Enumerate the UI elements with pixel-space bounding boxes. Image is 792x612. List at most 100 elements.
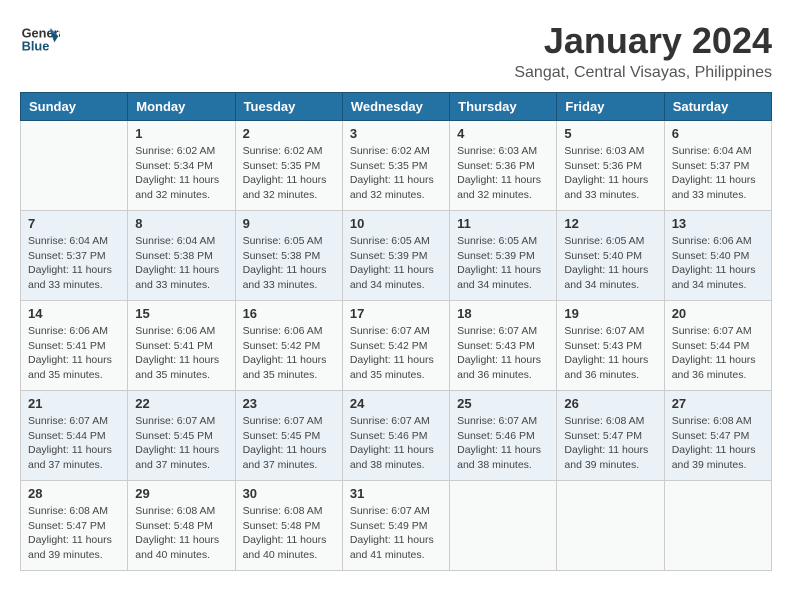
calendar-cell: 8 Sunrise: 6:04 AMSunset: 5:38 PMDaylight…	[128, 211, 235, 301]
calendar-cell: 30Sunrise: 6:08 AMSunset: 5:48 PMDayligh…	[235, 481, 342, 571]
header-saturday: Saturday	[664, 93, 771, 121]
calendar-cell: 26Sunrise: 6:08 AMSunset: 5:47 PMDayligh…	[557, 391, 664, 481]
week-row-2: 7 Sunrise: 6:04 AMSunset: 5:37 PMDaylight…	[21, 211, 772, 301]
day-number: 21	[28, 396, 120, 411]
day-info: Sunrise: 6:07 AMSunset: 5:46 PMDaylight:…	[350, 414, 442, 473]
header-thursday: Thursday	[450, 93, 557, 121]
calendar-cell: 20 Sunrise: 6:07 AMSunset: 5:44 PMDayligh…	[664, 301, 771, 391]
calendar-cell: 13Sunrise: 6:06 AMSunset: 5:40 PMDayligh…	[664, 211, 771, 301]
day-info: Sunrise: 6:02 AMSunset: 5:35 PMDaylight:…	[350, 144, 442, 203]
day-info: Sunrise: 6:07 AMSunset: 5:46 PMDaylight:…	[457, 414, 549, 473]
day-info: Sunrise: 6:05 AMSunset: 5:39 PMDaylight:…	[457, 234, 549, 293]
day-number: 17	[350, 306, 442, 321]
month-title: January 2024	[514, 20, 772, 62]
calendar-cell: 10 Sunrise: 6:05 AMSunset: 5:39 PMDayligh…	[342, 211, 449, 301]
header-friday: Friday	[557, 93, 664, 121]
calendar-cell: 23Sunrise: 6:07 AMSunset: 5:45 PMDayligh…	[235, 391, 342, 481]
day-info: Sunrise: 6:07 AMSunset: 5:43 PMDaylight:…	[457, 324, 549, 383]
day-number: 26	[564, 396, 656, 411]
calendar-table: SundayMondayTuesdayWednesdayThursdayFrid…	[20, 92, 772, 571]
calendar-body: 1 Sunrise: 6:02 AMSunset: 5:34 PMDaylight…	[21, 121, 772, 571]
day-info: Sunrise: 6:05 AMSunset: 5:39 PMDaylight:…	[350, 234, 442, 293]
day-number: 22	[135, 396, 227, 411]
week-row-1: 1 Sunrise: 6:02 AMSunset: 5:34 PMDaylight…	[21, 121, 772, 211]
calendar-header: SundayMondayTuesdayWednesdayThursdayFrid…	[21, 93, 772, 121]
calendar-cell: 22 Sunrise: 6:07 AMSunset: 5:45 PMDayligh…	[128, 391, 235, 481]
day-info: Sunrise: 6:07 AMSunset: 5:44 PMDaylight:…	[28, 414, 120, 473]
day-info: Sunrise: 6:05 AMSunset: 5:38 PMDaylight:…	[243, 234, 335, 293]
day-number: 30	[243, 486, 335, 501]
calendar-cell: 2Sunrise: 6:02 AMSunset: 5:35 PMDaylight…	[235, 121, 342, 211]
header-monday: Monday	[128, 93, 235, 121]
calendar-cell: 15Sunrise: 6:06 AMSunset: 5:41 PMDayligh…	[128, 301, 235, 391]
day-info: Sunrise: 6:02 AMSunset: 5:34 PMDaylight:…	[135, 144, 227, 203]
calendar-cell: 17 Sunrise: 6:07 AMSunset: 5:42 PMDayligh…	[342, 301, 449, 391]
calendar-cell: 27 Sunrise: 6:08 AMSunset: 5:47 PMDayligh…	[664, 391, 771, 481]
calendar-cell: 16Sunrise: 6:06 AMSunset: 5:42 PMDayligh…	[235, 301, 342, 391]
calendar-cell: 28 Sunrise: 6:08 AMSunset: 5:47 PMDayligh…	[21, 481, 128, 571]
day-info: Sunrise: 6:08 AMSunset: 5:47 PMDaylight:…	[28, 504, 120, 563]
calendar-cell: 29Sunrise: 6:08 AMSunset: 5:48 PMDayligh…	[128, 481, 235, 571]
header-wednesday: Wednesday	[342, 93, 449, 121]
day-number: 7	[28, 216, 120, 231]
day-number: 19	[564, 306, 656, 321]
svg-text:Blue: Blue	[22, 38, 50, 53]
calendar-cell: 7 Sunrise: 6:04 AMSunset: 5:37 PMDaylight…	[21, 211, 128, 301]
calendar-cell	[557, 481, 664, 571]
page-header: General Blue January 2024 Sangat, Centra…	[20, 20, 772, 82]
day-number: 11	[457, 216, 549, 231]
day-info: Sunrise: 6:04 AMSunset: 5:37 PMDaylight:…	[28, 234, 120, 293]
day-info: Sunrise: 6:07 AMSunset: 5:43 PMDaylight:…	[564, 324, 656, 383]
calendar-cell: 1 Sunrise: 6:02 AMSunset: 5:34 PMDaylight…	[128, 121, 235, 211]
title-area: January 2024 Sangat, Central Visayas, Ph…	[514, 20, 772, 82]
day-number: 25	[457, 396, 549, 411]
day-info: Sunrise: 6:04 AMSunset: 5:37 PMDaylight:…	[672, 144, 764, 203]
day-number: 6	[672, 126, 764, 141]
calendar-cell: 18 Sunrise: 6:07 AMSunset: 5:43 PMDayligh…	[450, 301, 557, 391]
day-info: Sunrise: 6:07 AMSunset: 5:49 PMDaylight:…	[350, 504, 442, 563]
day-info: Sunrise: 6:05 AMSunset: 5:40 PMDaylight:…	[564, 234, 656, 293]
day-info: Sunrise: 6:03 AMSunset: 5:36 PMDaylight:…	[457, 144, 549, 203]
calendar-cell: 9 Sunrise: 6:05 AMSunset: 5:38 PMDaylight…	[235, 211, 342, 301]
calendar-cell: 31 Sunrise: 6:07 AMSunset: 5:49 PMDayligh…	[342, 481, 449, 571]
day-number: 1	[135, 126, 227, 141]
day-number: 14	[28, 306, 120, 321]
calendar-cell: 5 Sunrise: 6:03 AMSunset: 5:36 PMDaylight…	[557, 121, 664, 211]
logo: General Blue	[20, 20, 60, 60]
day-number: 27	[672, 396, 764, 411]
day-number: 31	[350, 486, 442, 501]
logo-icon: General Blue	[20, 20, 60, 60]
calendar-cell: 24 Sunrise: 6:07 AMSunset: 5:46 PMDayligh…	[342, 391, 449, 481]
header-sunday: Sunday	[21, 93, 128, 121]
day-info: Sunrise: 6:03 AMSunset: 5:36 PMDaylight:…	[564, 144, 656, 203]
calendar-cell: 19 Sunrise: 6:07 AMSunset: 5:43 PMDayligh…	[557, 301, 664, 391]
week-row-4: 21 Sunrise: 6:07 AMSunset: 5:44 PMDayligh…	[21, 391, 772, 481]
calendar-cell: 11 Sunrise: 6:05 AMSunset: 5:39 PMDayligh…	[450, 211, 557, 301]
calendar-cell: 3Sunrise: 6:02 AMSunset: 5:35 PMDaylight…	[342, 121, 449, 211]
calendar-cell: 14 Sunrise: 6:06 AMSunset: 5:41 PMDayligh…	[21, 301, 128, 391]
day-info: Sunrise: 6:08 AMSunset: 5:47 PMDaylight:…	[672, 414, 764, 473]
day-number: 28	[28, 486, 120, 501]
day-info: Sunrise: 6:07 AMSunset: 5:45 PMDaylight:…	[135, 414, 227, 473]
week-row-5: 28 Sunrise: 6:08 AMSunset: 5:47 PMDayligh…	[21, 481, 772, 571]
day-number: 16	[243, 306, 335, 321]
calendar-cell: 21 Sunrise: 6:07 AMSunset: 5:44 PMDayligh…	[21, 391, 128, 481]
day-number: 9	[243, 216, 335, 231]
day-info: Sunrise: 6:07 AMSunset: 5:42 PMDaylight:…	[350, 324, 442, 383]
day-info: Sunrise: 6:06 AMSunset: 5:41 PMDaylight:…	[28, 324, 120, 383]
day-number: 10	[350, 216, 442, 231]
day-number: 24	[350, 396, 442, 411]
calendar-cell	[664, 481, 771, 571]
day-number: 20	[672, 306, 764, 321]
day-info: Sunrise: 6:07 AMSunset: 5:44 PMDaylight:…	[672, 324, 764, 383]
calendar-cell: 6 Sunrise: 6:04 AMSunset: 5:37 PMDaylight…	[664, 121, 771, 211]
header-row: SundayMondayTuesdayWednesdayThursdayFrid…	[21, 93, 772, 121]
week-row-3: 14 Sunrise: 6:06 AMSunset: 5:41 PMDayligh…	[21, 301, 772, 391]
day-number: 8	[135, 216, 227, 231]
day-number: 2	[243, 126, 335, 141]
day-info: Sunrise: 6:04 AMSunset: 5:38 PMDaylight:…	[135, 234, 227, 293]
day-number: 18	[457, 306, 549, 321]
day-number: 12	[564, 216, 656, 231]
day-info: Sunrise: 6:06 AMSunset: 5:41 PMDaylight:…	[135, 324, 227, 383]
day-number: 5	[564, 126, 656, 141]
